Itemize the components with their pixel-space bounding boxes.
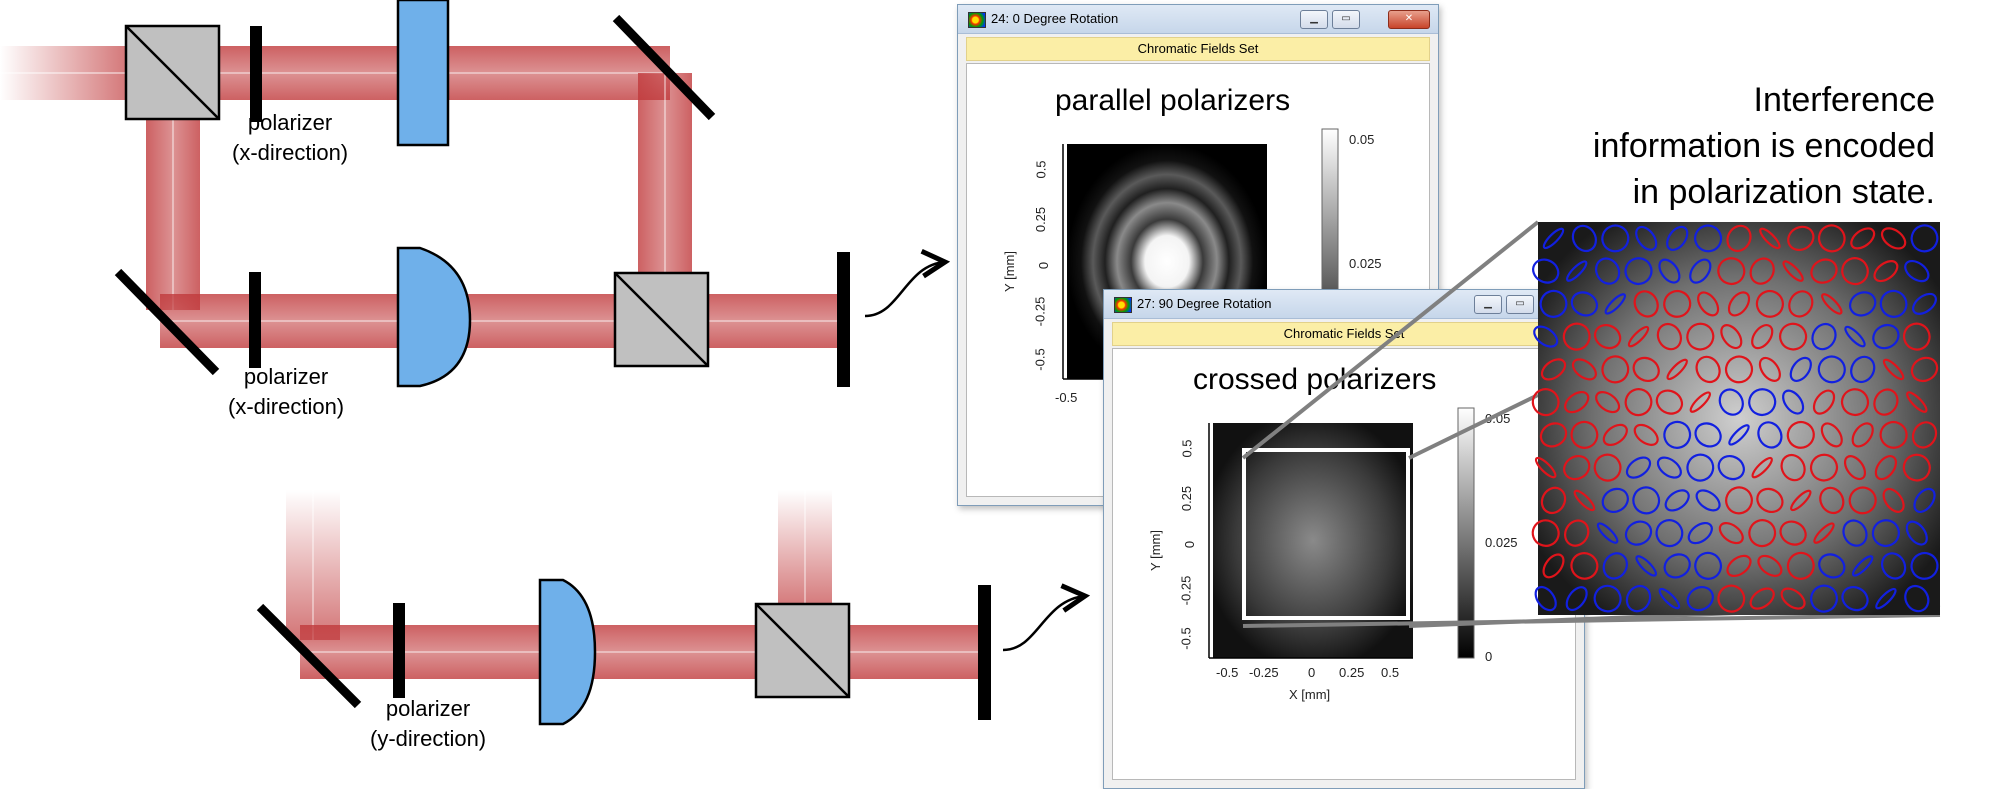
lens [538,578,597,726]
polarizer-label-middle: polarizer (x-direction) [228,362,344,422]
y-tick: -0.25 [1178,575,1194,606]
chromatic-fields-set-header: Chromatic Fields Set [1112,322,1576,346]
y-tick: -0.5 [1032,348,1048,371]
x-tick: 0.5 [1381,665,1400,680]
y-axis-label: Y [mm] [1001,251,1017,292]
arrow-to-crossed [1002,596,1085,652]
plot-canvas: crossed polarizers 0.5 0.25 0 -0.25 -0.5… [1112,348,1576,780]
polarizer-y [393,603,405,698]
arrow-to-parallel [864,262,945,318]
colorbar-tick: 0.05 [1485,411,1511,426]
y-tick: -0.25 [1032,296,1048,327]
detector [837,252,850,387]
caption-line: Interference [1753,81,1935,119]
window-crossed-polarizers[interactable]: 27: 90 Degree Rotation ▁ ▭ Chromatic Fie… [1103,289,1585,789]
y-tick: 0.5 [1179,439,1195,458]
x-tick: 0 [1308,665,1316,680]
beam-splitter-cube [613,271,710,368]
window-title: 24: 0 Degree Rotation [991,11,1119,26]
caption-line: in polarization state. [1632,173,1935,211]
colorbar-tick: 0.05 [1349,132,1375,147]
maximize-button[interactable]: ▭ [1506,295,1534,314]
maximize-button[interactable]: ▭ [1332,10,1360,29]
polarizer-label-line: polarizer [385,696,471,721]
x-tick: 0.25 [1339,665,1365,680]
minimize-button[interactable]: ▁ [1300,10,1328,29]
polarizer-label-bottom: polarizer (y-direction) [370,694,486,754]
y-tick: 0.25 [1179,485,1195,512]
chromatic-fields-set-header: Chromatic Fields Set [966,37,1430,61]
detector [978,585,991,720]
colorbar [1457,407,1475,659]
window-title: 27: 90 Degree Rotation [1137,296,1272,311]
window-titlebar[interactable]: 24: 0 Degree Rotation ▁ ▭ ✕ [958,5,1438,34]
colorbar-tick: 0.025 [1349,256,1382,271]
polarizer-label-top: polarizer (x-direction) [232,108,348,168]
lens [396,246,472,388]
polarizer-label-line: polarizer [243,364,329,389]
x-axis-label: X [mm] [1289,687,1331,702]
caption-text: Interference information is encoded in p… [1593,77,1935,215]
polarizer-direction-line: (x-direction) [232,140,349,165]
colorbar-tick: 0.025 [1485,535,1518,550]
top-interferometer [0,0,945,388]
y-axis-label: Y [mm] [1147,530,1163,571]
caption-line: information is encoded [1592,127,1935,165]
beam-splitter-cube [124,24,221,121]
color-field-icon [1114,297,1132,313]
x-tick: -0.25 [1249,665,1279,680]
y-tick: 0 [1036,261,1052,270]
color-field-icon [968,12,986,28]
polarizer-direction-line: (x-direction) [228,394,345,419]
close-button[interactable]: ✕ [1388,10,1430,29]
polarizer-label-line: polarizer [247,110,333,135]
minimize-button[interactable]: ▁ [1474,295,1502,314]
phase-plate [396,0,450,147]
y-tick: 0.25 [1033,206,1049,233]
bottom-interferometer [256,490,1085,726]
y-tick: 0 [1182,540,1198,549]
y-tick: 0.5 [1033,160,1049,179]
polarizer-x-middle [249,272,261,368]
window-titlebar[interactable]: 27: 90 Degree Rotation ▁ ▭ [1104,290,1584,319]
polarizer-direction-line: (y-direction) [370,726,487,751]
x-tick: -0.5 [1216,665,1239,680]
beam-splitter-cube [754,602,851,699]
y-tick: -0.5 [1178,627,1194,650]
colorbar-tick: 0 [1485,649,1493,664]
x-tick: -0.5 [1055,390,1078,405]
